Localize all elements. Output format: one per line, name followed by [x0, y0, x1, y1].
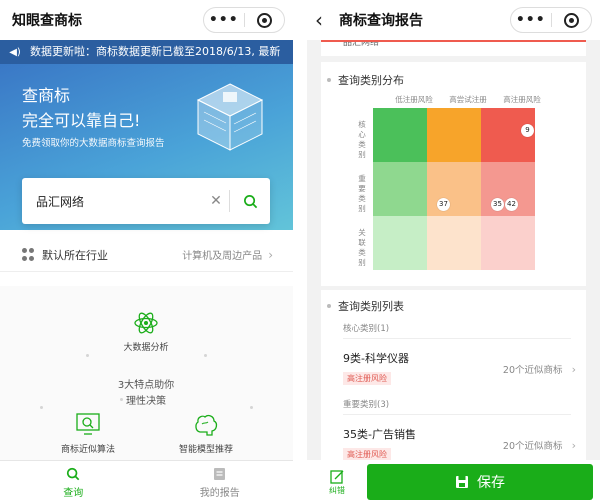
col-label-high: 高注册风险 — [503, 95, 541, 104]
class-item[interactable]: 35类-广告销售 高注册风险 — [343, 426, 416, 461]
heatmap-cell: 9 — [481, 108, 535, 162]
report-screen: ‹ 商标查询报告 ••• 品汇网络 查询类别分布 低注册风险 高尝试注册 高注册… — [307, 0, 600, 504]
more-icon[interactable]: ••• — [511, 12, 551, 28]
risk-badge: 高注册风险 — [343, 372, 391, 385]
list-title: 查询类别列表 — [321, 298, 586, 314]
row-label-related: 关联类别 — [358, 228, 366, 267]
atom-icon — [134, 312, 158, 334]
col-label-low: 低注册风险 — [395, 95, 433, 104]
chevron-right-icon: › — [268, 247, 273, 262]
category-label: 重要类别(3) — [343, 400, 390, 410]
similar-link[interactable]: 20个近似商标 › — [503, 434, 576, 453]
monitor-search-icon — [76, 413, 100, 435]
save-button[interactable]: 保存 — [367, 464, 593, 500]
feature-smart-model: 智能模型推荐 — [166, 412, 246, 455]
close-miniprogram-icon[interactable] — [244, 12, 284, 28]
feature-similarity-algo: 商标近似算法 — [48, 412, 128, 455]
class-count-badge[interactable]: 37 — [437, 198, 450, 211]
hero-subtitle: 免费领取你的大数据商标查询报告 — [22, 138, 165, 149]
heatmap-cell — [481, 216, 535, 270]
class-count-badge[interactable]: 42 — [505, 198, 518, 211]
industry-label: 默认所在行业 — [42, 248, 108, 262]
hero-title-1: 查商标 — [22, 86, 71, 105]
save-icon — [456, 476, 468, 488]
heatmap-cell — [373, 108, 427, 162]
report-icon — [214, 467, 226, 480]
bottom-action-bar: 纠错 保存 — [307, 460, 600, 504]
previous-section-clipped: 品汇网络 — [321, 40, 586, 56]
search-box[interactable]: 品汇网络 ✕ — [22, 178, 270, 224]
report-title: 商标查询报告 — [339, 13, 423, 29]
speaker-icon: ◀) — [9, 47, 21, 58]
heatmap-cell — [373, 162, 427, 216]
heatmap-cell: 35 42 — [481, 162, 535, 216]
chevron-right-icon: › — [571, 439, 576, 452]
col-label-try: 高尝试注册 — [449, 95, 487, 104]
hero-title-2: 完全可以靠自己! — [22, 111, 141, 130]
close-miniprogram-icon[interactable] — [551, 12, 591, 28]
tab-my-reports[interactable]: 我的报告 — [147, 461, 294, 504]
risk-heatmap: 9 37 35 42 — [373, 108, 535, 270]
tab-bar: 查询 我的报告 — [0, 460, 293, 504]
brain-icon — [195, 414, 218, 436]
notice-text: 数据更新啦：商标数据更新已截至2018/6/13, 最新 — [30, 45, 281, 58]
heatmap-cell: 37 — [427, 162, 481, 216]
features-panel: 大数据分析 3大特点助你 理性决策 商标近似算法 智能模型推荐 — [0, 286, 293, 460]
class-count-badge[interactable]: 35 — [491, 198, 504, 211]
industry-selector[interactable]: 默认所在行业 计算机及周边产品 › — [0, 238, 293, 272]
similar-link[interactable]: 20个近似商标 › — [503, 358, 576, 377]
class-item[interactable]: 9类-科学仪器 高注册风险 — [343, 350, 409, 385]
correct-button[interactable]: 纠错 — [307, 469, 367, 496]
list-group-core: 核心类别(1) 9类-科学仪器 高注册风险 20个近似商标 › — [321, 322, 586, 392]
nav-bar: ‹ 商标查询报告 ••• — [307, 0, 600, 40]
distribution-title: 查询类别分布 — [321, 72, 586, 88]
edit-icon — [330, 469, 344, 484]
back-icon[interactable]: ‹ — [315, 10, 331, 30]
class-count-badge[interactable]: 9 — [521, 124, 534, 137]
heatmap-cell — [427, 216, 481, 270]
features-center-text: 3大特点助你 理性决策 — [117, 380, 175, 407]
tab-search[interactable]: 查询 — [0, 461, 147, 504]
search-icon[interactable] — [230, 194, 270, 209]
heatmap-cell — [427, 108, 481, 162]
update-notice[interactable]: ◀) 数据更新啦：商标数据更新已截至2018/6/13, 最新 — [0, 40, 293, 64]
app-title: 知眼查商标 — [12, 13, 82, 29]
miniprogram-capsule: ••• — [203, 7, 285, 33]
clear-icon[interactable]: ✕ — [203, 193, 229, 209]
nav-bar: 知眼查商标 ••• — [0, 0, 293, 40]
industry-value: 计算机及周边产品 — [182, 251, 263, 262]
category-label: 核心类别(1) — [343, 324, 390, 334]
home-screen: 知眼查商标 ••• ◀) 数据更新啦：商标数据更新已截至2018/6/13, 最新… — [0, 0, 293, 504]
miniprogram-capsule: ••• — [510, 7, 592, 33]
heatmap-cell — [373, 216, 427, 270]
data-cube-illustration — [196, 83, 264, 151]
more-icon[interactable]: ••• — [204, 12, 244, 28]
chevron-right-icon: › — [571, 363, 576, 376]
row-label-core: 核心类别 — [358, 120, 366, 159]
search-input[interactable]: 品汇网络 — [22, 193, 203, 210]
feature-big-data: 大数据分析 — [106, 310, 186, 353]
search-icon — [67, 467, 80, 480]
list-group-important: 重要类别(3) 35类-广告销售 高注册风险 20个近似商标 › — [321, 398, 586, 461]
row-label-important: 重要类别 — [358, 174, 366, 213]
grid-icon — [22, 247, 36, 262]
